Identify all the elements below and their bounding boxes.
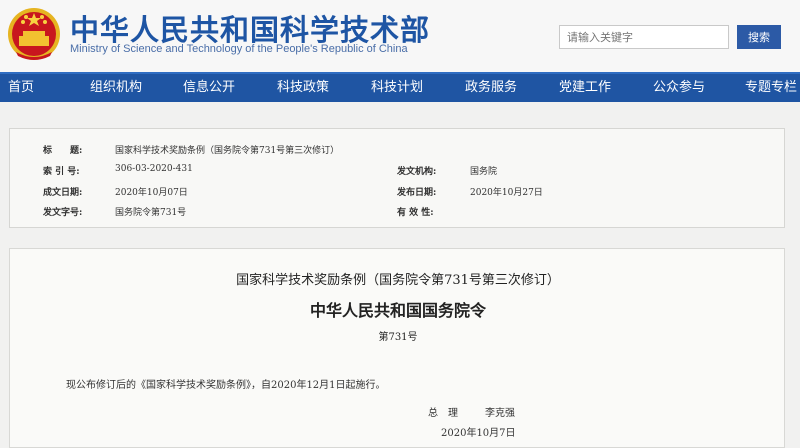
nav-item-plans[interactable]: 科技计划 xyxy=(371,74,423,102)
nav-item-public[interactable]: 公众参与 xyxy=(653,74,705,102)
signatory-name: 李克强 xyxy=(485,408,515,419)
document-body-panel: 国家科学技术奖励条例（国务院令第731号第三次修订） 中华人民共和国国务院令 第… xyxy=(9,248,785,448)
written-date-label: 成文日期: xyxy=(43,188,83,198)
published-date-value: 2020年10月27日 xyxy=(470,188,543,198)
main-nav: 首页 组织机构 信息公开 科技政策 科技计划 政务服务 党建工作 公众参与 专题… xyxy=(0,72,800,102)
decree-number: 第731号 xyxy=(378,332,418,343)
document-heading: 国家科学技术奖励条例（国务院令第731号第三次修订） xyxy=(236,273,560,288)
issuer-label: 发文机构: xyxy=(397,167,437,177)
nav-item-services[interactable]: 政务服务 xyxy=(465,74,517,102)
published-date-label: 发布日期: xyxy=(397,188,437,198)
title-value: 国家科学技术奖励条例（国务院令第731号第三次修订） xyxy=(115,146,340,156)
document-number-value: 国务院令第731号 xyxy=(115,208,187,218)
nav-item-organization[interactable]: 组织机构 xyxy=(90,74,142,102)
nav-item-topics[interactable]: 专题专栏 xyxy=(745,74,797,102)
search-input[interactable] xyxy=(559,25,729,49)
document-subheading: 中华人民共和国国务院令 xyxy=(309,301,486,320)
issuer-value: 国务院 xyxy=(470,167,498,177)
index-value: 306-03-2020-431 xyxy=(115,164,193,174)
written-date-value: 2020年10月07日 xyxy=(115,188,188,198)
title-label: 标 题: xyxy=(43,146,83,156)
nav-item-home[interactable]: 首页 xyxy=(8,74,34,102)
document-number-label: 发文字号: xyxy=(43,208,83,218)
document-info-panel: 标 题: 国家科学技术奖励条例（国务院令第731号第三次修订） 索 引 号: 3… xyxy=(9,128,785,228)
site-subtitle: Ministry of Science and Technology of th… xyxy=(70,43,408,55)
signatory-role: 总 理 xyxy=(428,408,458,419)
signature-date: 2020年10月7日 xyxy=(441,428,516,439)
national-emblem-icon[interactable] xyxy=(6,6,62,64)
nav-item-policy[interactable]: 科技政策 xyxy=(277,74,329,102)
nav-item-party[interactable]: 党建工作 xyxy=(559,74,611,102)
document-body-text: 现公布修订后的《国家科学技术奖励条例》，自2020年12月1日起施行。 xyxy=(66,380,386,391)
search-button[interactable]: 搜索 xyxy=(737,25,781,49)
index-label: 索 引 号: xyxy=(43,167,80,177)
validity-label: 有 效 性: xyxy=(397,208,434,218)
site-header: 中华人民共和国科学技术部 Ministry of Science and Tec… xyxy=(0,0,800,72)
nav-item-public-info[interactable]: 信息公开 xyxy=(183,74,235,102)
